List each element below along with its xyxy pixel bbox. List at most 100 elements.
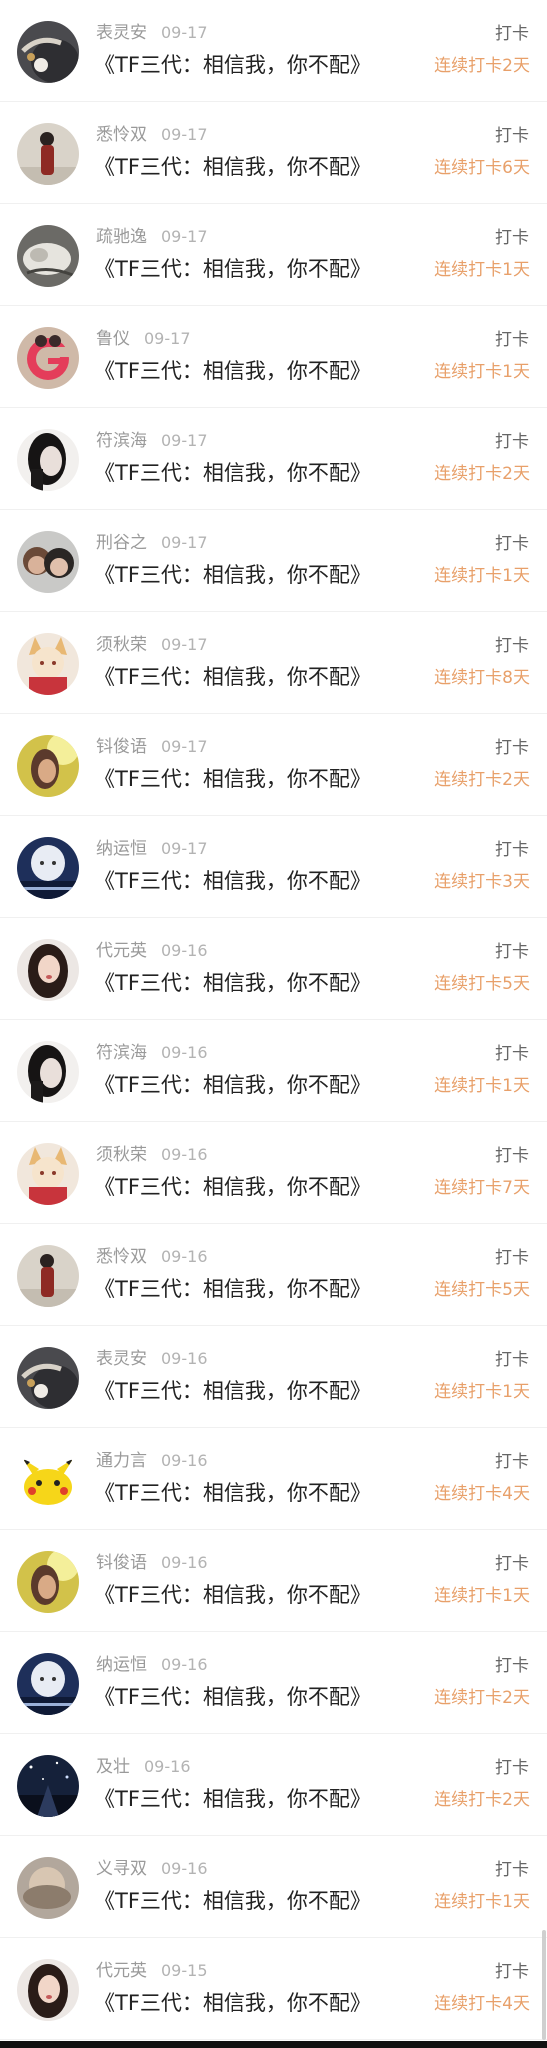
checkin-row[interactable]: 义寻双 09-16 《TF三代：相信我，你不配》 打卡 连续打卡1天	[0, 1836, 547, 1938]
user-meta: 代元英 09-15	[96, 1960, 208, 1982]
username[interactable]: 纳运恒	[96, 1655, 147, 1675]
avatar[interactable]	[17, 1653, 79, 1715]
checkin-row[interactable]: 钭俊语 09-17 《TF三代：相信我，你不配》 打卡 连续打卡2天	[0, 714, 547, 816]
avatar[interactable]	[17, 123, 79, 185]
book-title[interactable]: 《TF三代：相信我，你不配》	[94, 1275, 371, 1303]
username[interactable]: 符滨海	[96, 431, 147, 451]
avatar-image	[17, 1551, 79, 1613]
checkin-label: 打卡	[495, 534, 529, 554]
username[interactable]: 代元英	[96, 941, 147, 961]
avatar[interactable]	[17, 1755, 79, 1817]
book-title[interactable]: 《TF三代：相信我，你不配》	[94, 1887, 371, 1915]
avatar[interactable]	[17, 1041, 79, 1103]
username[interactable]: 鲁仪	[96, 329, 130, 349]
book-title[interactable]: 《TF三代：相信我，你不配》	[94, 1377, 371, 1405]
username[interactable]: 符滨海	[96, 1043, 147, 1063]
checkin-row[interactable]: 代元英 09-15 《TF三代：相信我，你不配》 打卡 连续打卡4天	[0, 1938, 547, 2040]
avatar[interactable]	[17, 1857, 79, 1919]
avatar-image	[17, 735, 79, 797]
checkin-row[interactable]: 须秋荣 09-16 《TF三代：相信我，你不配》 打卡 连续打卡7天	[0, 1122, 547, 1224]
streak-badge: 连续打卡1天	[434, 1076, 530, 1096]
avatar[interactable]	[17, 837, 79, 899]
avatar[interactable]	[17, 1959, 79, 2021]
username[interactable]: 通力言	[96, 1451, 147, 1471]
username[interactable]: 悉怜双	[96, 1247, 147, 1267]
book-title[interactable]: 《TF三代：相信我，你不配》	[94, 357, 371, 385]
book-title[interactable]: 《TF三代：相信我，你不配》	[94, 561, 371, 589]
username[interactable]: 钭俊语	[96, 1553, 147, 1573]
username[interactable]: 悉怜双	[96, 125, 147, 145]
username[interactable]: 钭俊语	[96, 737, 147, 757]
checkin-date: 09-17	[161, 431, 208, 450]
checkin-row[interactable]: 通力言 09-16 《TF三代：相信我，你不配》 打卡 连续打卡4天	[0, 1428, 547, 1530]
book-title[interactable]: 《TF三代：相信我，你不配》	[94, 1581, 371, 1609]
avatar-image	[17, 1857, 79, 1919]
checkin-row[interactable]: 刑谷之 09-17 《TF三代：相信我，你不配》 打卡 连续打卡1天	[0, 510, 547, 612]
book-title[interactable]: 《TF三代：相信我，你不配》	[94, 1683, 371, 1711]
checkin-row[interactable]: 符滨海 09-17 《TF三代：相信我，你不配》 打卡 连续打卡2天	[0, 408, 547, 510]
bottom-bar	[0, 2041, 547, 2048]
book-title[interactable]: 《TF三代：相信我，你不配》	[94, 1989, 371, 2017]
checkin-row[interactable]: 纳运恒 09-16 《TF三代：相信我，你不配》 打卡 连续打卡2天	[0, 1632, 547, 1734]
book-title[interactable]: 《TF三代：相信我，你不配》	[94, 1479, 371, 1507]
book-title[interactable]: 《TF三代：相信我，你不配》	[94, 969, 371, 997]
book-title[interactable]: 《TF三代：相信我，你不配》	[94, 1785, 371, 1813]
username[interactable]: 代元英	[96, 1961, 147, 1981]
book-title[interactable]: 《TF三代：相信我，你不配》	[94, 1173, 371, 1201]
book-title[interactable]: 《TF三代：相信我，你不配》	[94, 663, 371, 691]
avatar[interactable]	[17, 225, 79, 287]
checkin-row[interactable]: 钭俊语 09-16 《TF三代：相信我，你不配》 打卡 连续打卡1天	[0, 1530, 547, 1632]
checkin-row[interactable]: 悉怜双 09-16 《TF三代：相信我，你不配》 打卡 连续打卡5天	[0, 1224, 547, 1326]
checkin-label: 打卡	[495, 1962, 529, 1982]
avatar[interactable]	[17, 1245, 79, 1307]
username[interactable]: 须秋荣	[96, 635, 147, 655]
avatar[interactable]	[17, 939, 79, 1001]
avatar[interactable]	[17, 429, 79, 491]
checkin-row[interactable]: 符滨海 09-16 《TF三代：相信我，你不配》 打卡 连续打卡1天	[0, 1020, 547, 1122]
book-title[interactable]: 《TF三代：相信我，你不配》	[94, 51, 371, 79]
checkin-row[interactable]: 表灵安 09-17 《TF三代：相信我，你不配》 打卡 连续打卡2天	[0, 0, 547, 102]
checkin-label: 打卡	[495, 942, 529, 962]
checkin-label: 打卡	[495, 1350, 529, 1370]
checkin-label: 打卡	[495, 432, 529, 452]
streak-badge: 连续打卡7天	[434, 1178, 530, 1198]
avatar[interactable]	[17, 1449, 79, 1511]
username[interactable]: 表灵安	[96, 1349, 147, 1369]
username[interactable]: 须秋荣	[96, 1145, 147, 1165]
checkin-row[interactable]: 疏驰逸 09-17 《TF三代：相信我，你不配》 打卡 连续打卡1天	[0, 204, 547, 306]
username[interactable]: 刑谷之	[96, 533, 147, 553]
checkin-row[interactable]: 代元英 09-16 《TF三代：相信我，你不配》 打卡 连续打卡5天	[0, 918, 547, 1020]
avatar[interactable]	[17, 21, 79, 83]
username[interactable]: 纳运恒	[96, 839, 147, 859]
checkin-row[interactable]: 悉怜双 09-17 《TF三代：相信我，你不配》 打卡 连续打卡6天	[0, 102, 547, 204]
checkin-date: 09-16	[161, 1247, 208, 1266]
checkin-date: 09-17	[161, 23, 208, 42]
avatar[interactable]	[17, 1347, 79, 1409]
checkin-row[interactable]: 鲁仪 09-17 《TF三代：相信我，你不配》 打卡 连续打卡1天	[0, 306, 547, 408]
book-title[interactable]: 《TF三代：相信我，你不配》	[94, 1071, 371, 1099]
streak-badge: 连续打卡1天	[434, 566, 530, 586]
checkin-row[interactable]: 表灵安 09-16 《TF三代：相信我，你不配》 打卡 连续打卡1天	[0, 1326, 547, 1428]
checkin-row[interactable]: 纳运恒 09-17 《TF三代：相信我，你不配》 打卡 连续打卡3天	[0, 816, 547, 918]
username[interactable]: 疏驰逸	[96, 227, 147, 247]
book-title[interactable]: 《TF三代：相信我，你不配》	[94, 255, 371, 283]
username[interactable]: 及壮	[96, 1757, 130, 1777]
scrollbar[interactable]	[542, 1930, 546, 2040]
avatar[interactable]	[17, 1551, 79, 1613]
avatar[interactable]	[17, 633, 79, 695]
username[interactable]: 义寻双	[96, 1859, 147, 1879]
checkin-list: 表灵安 09-17 《TF三代：相信我，你不配》 打卡 连续打卡2天 悉怜双 09-17 《T…	[0, 0, 547, 2040]
checkin-row[interactable]: 及壮 09-16 《TF三代：相信我，你不配》 打卡 连续打卡2天	[0, 1734, 547, 1836]
book-title[interactable]: 《TF三代：相信我，你不配》	[94, 867, 371, 895]
username[interactable]: 表灵安	[96, 23, 147, 43]
checkin-row[interactable]: 须秋荣 09-17 《TF三代：相信我，你不配》 打卡 连续打卡8天	[0, 612, 547, 714]
avatar[interactable]	[17, 735, 79, 797]
avatar-image	[17, 1347, 79, 1409]
avatar[interactable]	[17, 1143, 79, 1205]
book-title[interactable]: 《TF三代：相信我，你不配》	[94, 153, 371, 181]
user-meta: 表灵安 09-16	[96, 1348, 208, 1370]
avatar[interactable]	[17, 327, 79, 389]
book-title[interactable]: 《TF三代：相信我，你不配》	[94, 459, 371, 487]
avatar[interactable]	[17, 531, 79, 593]
book-title[interactable]: 《TF三代：相信我，你不配》	[94, 765, 371, 793]
